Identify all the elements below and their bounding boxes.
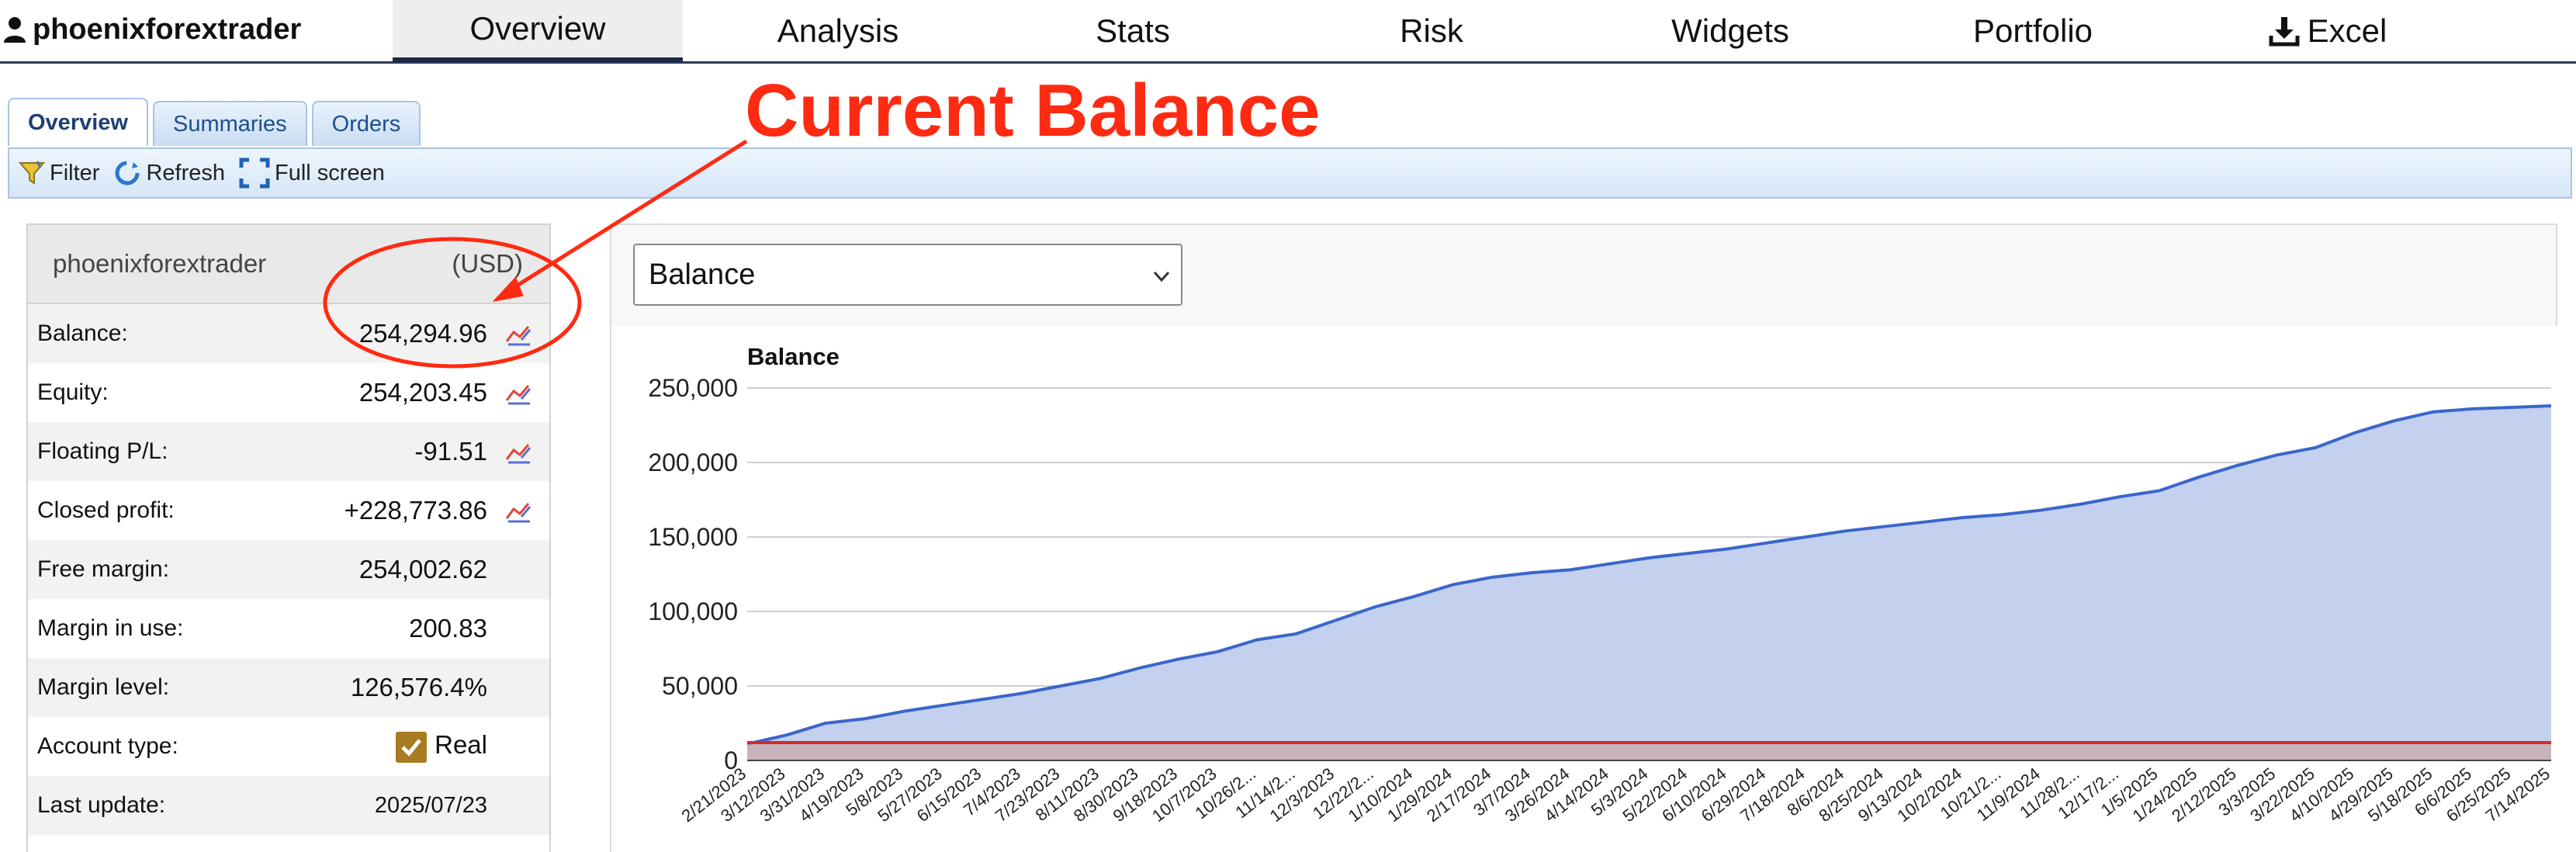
nav-tab-label: Risk bbox=[1400, 12, 1463, 49]
nav-tab-label: Portfolio bbox=[1972, 12, 2093, 49]
row-label: Free margin: bbox=[37, 556, 170, 582]
filter-button[interactable]: Filter bbox=[19, 160, 99, 186]
account-currency: (USD) bbox=[452, 249, 523, 278]
annotation-title: Current Balance bbox=[745, 69, 1321, 152]
subtab-overview[interactable]: Overview bbox=[8, 98, 148, 146]
chart-type-selected: Balance bbox=[649, 258, 756, 291]
chart-link-icon[interactable] bbox=[504, 382, 532, 405]
row-closed-profit: Closed profit: +228,773.86 bbox=[28, 481, 549, 540]
balance-chart-area: Balance 0 50,000 100,000 150,000 200,000 250,0… bbox=[611, 326, 2559, 852]
nav-tab-overview[interactable]: Overview bbox=[393, 0, 683, 62]
chart-panel: Balance Balance 0 50,000 100,000 150,000 200,… bbox=[610, 223, 2559, 852]
user-icon bbox=[4, 17, 26, 43]
subtab-summaries[interactable]: Summaries bbox=[152, 101, 307, 146]
nav-tab-excel[interactable]: Excel bbox=[2204, 0, 2452, 62]
row-margin-in-use: Margin in use: 200.83 bbox=[28, 599, 549, 658]
subtab-orders[interactable]: Orders bbox=[311, 101, 421, 146]
chart-area-fill-balance bbox=[747, 406, 2551, 760]
nav-tab-analysis[interactable]: Analysis bbox=[714, 0, 962, 62]
nav-tab-label: Analysis bbox=[777, 12, 899, 49]
account-brand[interactable]: phoenixforextrader bbox=[3, 8, 301, 51]
equity-value: 254,203.45 bbox=[358, 378, 487, 407]
nav-tab-widgets[interactable]: Widgets bbox=[1606, 0, 1854, 62]
checkbox-checked-icon bbox=[396, 731, 428, 763]
chart-y-tick-label: 200,000 bbox=[648, 449, 738, 476]
row-free-margin: Free margin: 254,002.62 bbox=[28, 540, 549, 599]
subtab-label: Overview bbox=[28, 109, 128, 135]
nav-tab-stats[interactable]: Stats bbox=[1009, 0, 1257, 62]
margin-in-use-value: 200.83 bbox=[409, 614, 487, 642]
row-equity: Equity: 254,203.45 bbox=[28, 363, 549, 422]
row-label: Equity: bbox=[37, 379, 109, 405]
account-type-text: Real bbox=[435, 730, 487, 760]
nav-tab-portfolio[interactable]: Portfolio bbox=[1909, 0, 2157, 62]
refresh-button[interactable]: Refresh bbox=[113, 159, 225, 187]
chart-link-icon[interactable] bbox=[504, 500, 532, 523]
nav-tab-label: Stats bbox=[1096, 12, 1170, 49]
account-summary-panel: phoenixforextrader (USD) Balance: 254,29… bbox=[26, 223, 551, 852]
floating-pl-value: -91.51 bbox=[414, 437, 487, 466]
row-label: Margin level: bbox=[37, 674, 170, 700]
row-label: Closed profit: bbox=[37, 497, 175, 523]
chart-title: Balance bbox=[747, 343, 840, 370]
row-floating-pl: Floating P/L: -91.51 bbox=[28, 422, 549, 481]
row-margin-level: Margin level: 126,576.4% bbox=[28, 658, 549, 717]
row-last-update: Last update: 2025/07/23 bbox=[28, 776, 549, 835]
subtab-label: Summaries bbox=[172, 111, 287, 137]
account-summary-rows: Balance: 254,294.96 Equity: 254,203.45 F… bbox=[28, 304, 549, 835]
chart-y-tick-label: 250,000 bbox=[648, 374, 738, 402]
margin-level-value: 126,576.4% bbox=[350, 673, 487, 701]
row-label: Account type: bbox=[37, 733, 178, 759]
row-label: Last update: bbox=[37, 792, 166, 818]
account-brand-name: phoenixforextrader bbox=[33, 12, 302, 46]
nav-tab-label: Overview bbox=[469, 10, 606, 47]
subtab-label: Orders bbox=[331, 111, 401, 137]
top-navigation: phoenixforextrader Overview Analysis Sta… bbox=[0, 0, 2576, 64]
chart-y-tick-label: 50,000 bbox=[662, 672, 738, 700]
last-update-value: 2025/07/23 bbox=[374, 792, 487, 818]
filter-icon bbox=[19, 161, 45, 185]
row-label: Balance: bbox=[37, 320, 128, 346]
balance-chart: Balance050,000100,000150,000200,000250,0… bbox=[648, 343, 2553, 826]
chart-link-icon[interactable] bbox=[504, 323, 532, 346]
refresh-icon bbox=[115, 161, 140, 185]
row-account-type: Account type: Real bbox=[28, 717, 549, 776]
closed-profit-value: +228,773.86 bbox=[344, 496, 487, 525]
chevron-down-icon bbox=[1153, 271, 1170, 282]
row-balance: Balance: 254,294.96 bbox=[28, 304, 549, 363]
free-margin-value: 254,002.62 bbox=[358, 555, 487, 584]
chart-area-fill-secondary bbox=[747, 742, 2551, 760]
chart-type-select[interactable]: Balance bbox=[633, 244, 1182, 306]
chart-y-tick-label: 150,000 bbox=[648, 523, 738, 551]
account-summary-header: phoenixforextrader (USD) bbox=[28, 225, 549, 304]
chart-link-icon[interactable] bbox=[504, 441, 532, 464]
refresh-label: Refresh bbox=[146, 160, 225, 185]
nav-tab-label: Widgets bbox=[1671, 12, 1789, 49]
nav-tab-label: Excel bbox=[2307, 12, 2387, 49]
row-label: Floating P/L: bbox=[37, 438, 168, 464]
toolbar: Filter Refresh Full screen bbox=[8, 147, 2572, 199]
balance-value: 254,294.96 bbox=[358, 319, 487, 348]
nav-tab-risk[interactable]: Risk bbox=[1311, 0, 1552, 62]
fullscreen-button[interactable]: Full screen bbox=[239, 158, 385, 189]
account-summary-name: phoenixforextrader bbox=[53, 249, 267, 278]
fullscreen-icon bbox=[239, 158, 270, 189]
chart-y-tick-label: 100,000 bbox=[648, 597, 738, 625]
account-type-value: Real bbox=[396, 730, 487, 763]
fullscreen-label: Full screen bbox=[275, 160, 385, 185]
sub-tabs: Overview Summaries Orders bbox=[8, 98, 425, 146]
row-label: Margin in use: bbox=[37, 615, 184, 641]
filter-label: Filter bbox=[50, 160, 100, 185]
download-icon bbox=[2269, 17, 2300, 47]
